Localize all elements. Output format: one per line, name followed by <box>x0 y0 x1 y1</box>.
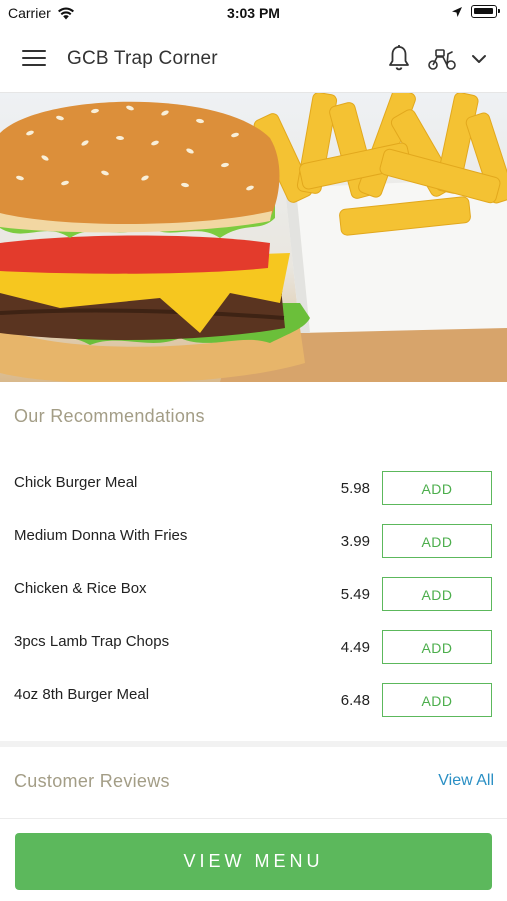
menu-icon[interactable] <box>22 50 46 70</box>
list-item: 4oz 8th Burger Meal 6.48 ADD <box>0 676 507 729</box>
item-price: 5.49 <box>340 586 370 603</box>
list-item: Medium Donna With Fries 3.99 ADD <box>0 517 507 570</box>
battery-icon <box>471 5 500 18</box>
bottom-bar: VIEW MENU <box>0 818 507 901</box>
hero-image <box>0 93 507 382</box>
location-arrow-icon <box>452 6 462 17</box>
add-button[interactable]: ADD <box>382 471 492 505</box>
item-price: 5.98 <box>340 480 370 497</box>
list-item: Chick Burger Meal 5.98 ADD <box>0 464 507 517</box>
status-bar: Carrier 3:03 PM <box>0 0 507 28</box>
reviews-title: Customer Reviews <box>14 771 170 791</box>
add-button[interactable]: ADD <box>382 683 492 717</box>
item-price: 6.48 <box>340 692 370 709</box>
add-button[interactable]: ADD <box>382 524 492 558</box>
list-item: Chicken & Rice Box 5.49 ADD <box>0 570 507 623</box>
status-time: 3:03 PM <box>227 5 280 21</box>
view-menu-button[interactable]: VIEW MENU <box>15 833 492 890</box>
item-price: 3.99 <box>340 533 370 550</box>
status-right <box>451 5 500 18</box>
item-name: 3pcs Lamb Trap Chops <box>14 633 170 650</box>
view-all-link[interactable]: View All <box>438 772 494 790</box>
item-name: Chicken & Rice Box <box>14 580 147 597</box>
item-name: Chick Burger Meal <box>14 474 138 491</box>
item-price: 4.49 <box>340 639 370 656</box>
section-divider <box>0 741 507 747</box>
recommendations-title: Our Recommendations <box>14 406 205 426</box>
add-button[interactable]: ADD <box>382 577 492 611</box>
app-header: GCB Trap Corner <box>0 28 507 93</box>
list-item: 3pcs Lamb Trap Chops 4.49 ADD <box>0 623 507 676</box>
item-name: 4oz 8th Burger Meal <box>14 686 150 703</box>
chevron-down-icon[interactable] <box>470 50 488 68</box>
add-button[interactable]: ADD <box>382 630 492 664</box>
burger-fries-illustration <box>0 93 507 382</box>
item-name: Medium Donna With Fries <box>14 527 188 544</box>
page-title: GCB Trap Corner <box>67 48 218 69</box>
scooter-icon[interactable] <box>426 46 458 72</box>
bell-icon[interactable] <box>386 44 412 72</box>
